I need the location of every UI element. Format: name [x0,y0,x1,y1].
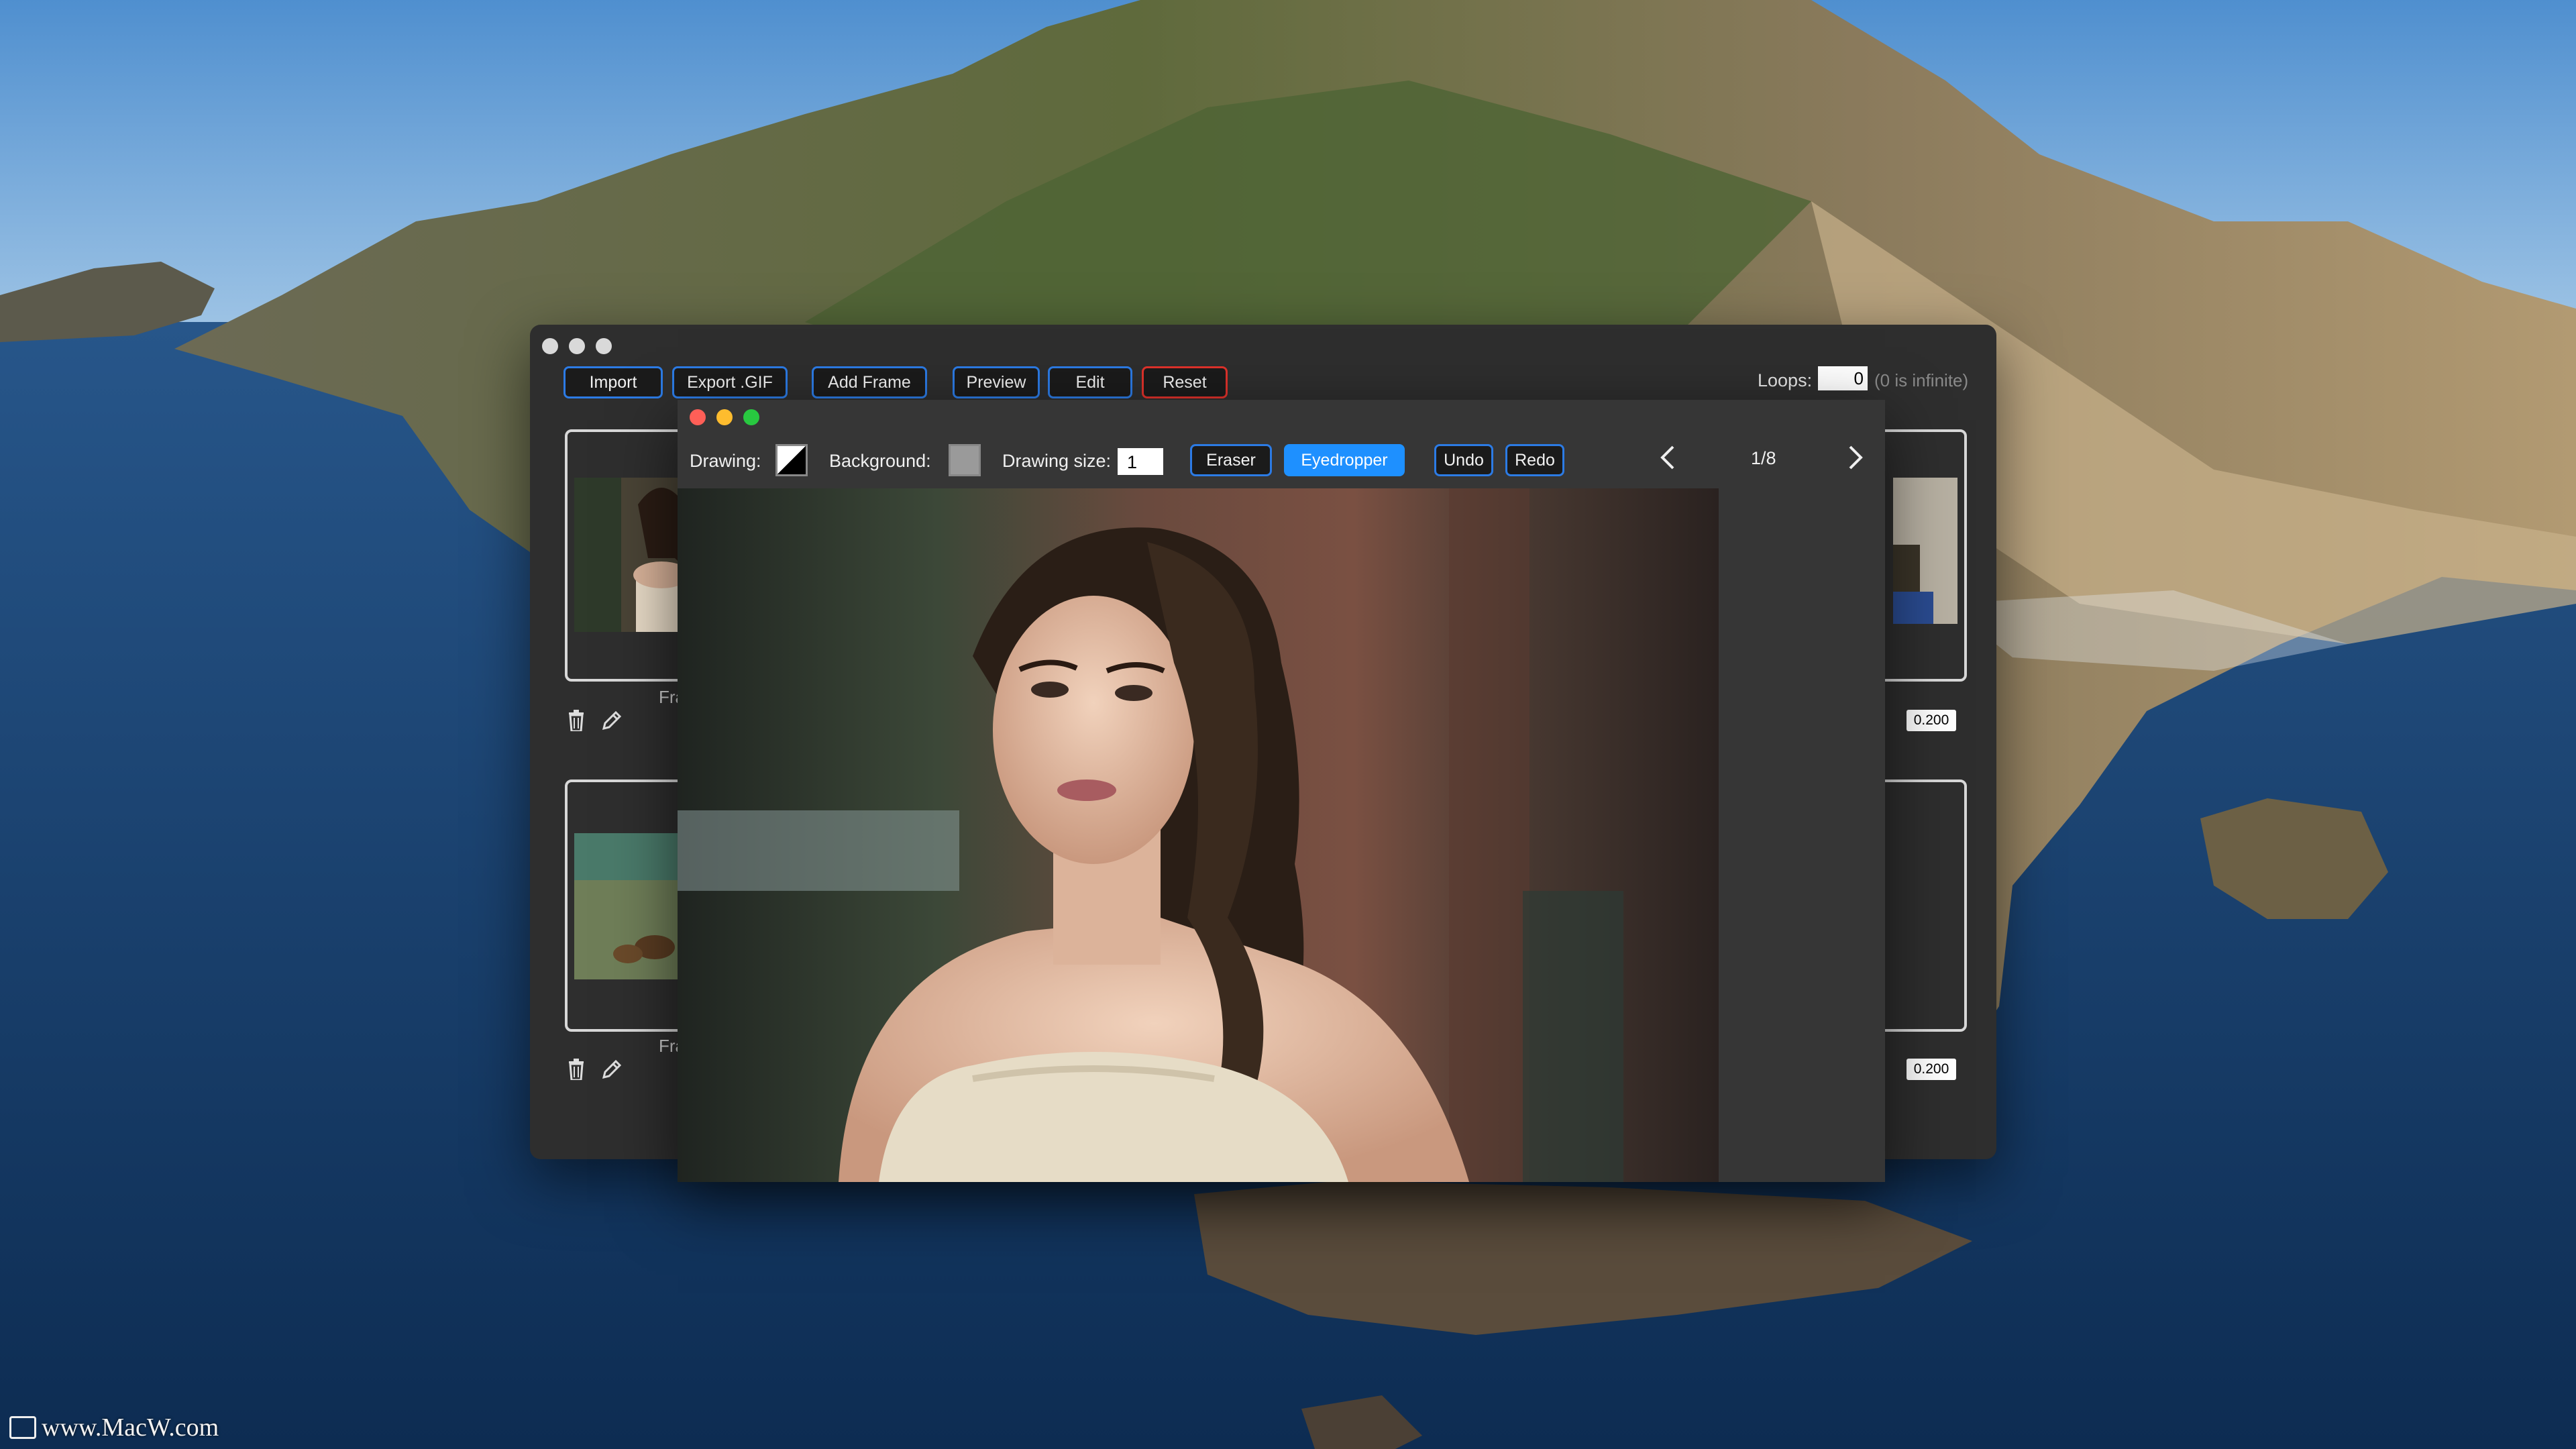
frame-thumbnail-image [1893,478,1957,624]
loops-hint: (0 is infinite) [1874,370,1969,390]
window-controls [542,338,612,354]
drawing-size-label: Drawing size: [1002,451,1112,471]
zoom-button[interactable] [743,409,759,425]
preview-button[interactable]: Preview [953,366,1040,398]
edit-button[interactable]: Edit [1048,366,1132,398]
frame-tools [568,1059,623,1080]
frame-delay-input[interactable]: 0.200 [1907,1059,1956,1080]
chevron-right-icon[interactable] [1845,441,1866,474]
trash-icon[interactable] [568,1059,585,1080]
chevron-left-icon[interactable] [1657,441,1678,474]
trash-icon[interactable] [568,710,585,731]
eyedropper-button[interactable]: Eyedropper [1284,444,1405,476]
close-button[interactable] [690,409,706,425]
frame-tools [568,710,623,731]
watermark-logo-icon [9,1416,36,1439]
loops-label: Loops: [1758,370,1813,390]
frame-thumbnail-image [574,833,688,979]
editor-window: Drawing: Background: Drawing size: 1 Era… [678,400,1885,1182]
page-indicator: 1/8 [1751,448,1776,468]
drawing-color-label: Drawing: [690,451,761,471]
pencil-icon[interactable] [601,1059,623,1080]
drawing-canvas[interactable] [678,488,1719,1182]
reset-button[interactable]: Reset [1142,366,1228,398]
zoom-button[interactable] [596,338,612,354]
pencil-icon[interactable] [601,710,623,731]
frame-thumbnail [574,833,688,979]
canvas-photo [678,488,1719,1182]
drawing-color-swatch[interactable] [775,444,808,476]
drawing-size-input[interactable]: 1 [1118,448,1163,475]
minimize-button[interactable] [716,409,733,425]
frame-thumbnail [1893,478,1957,624]
eraser-button[interactable]: Eraser [1190,444,1272,476]
frame-thumbnail [574,478,688,632]
add-frame-button[interactable]: Add Frame [812,366,927,398]
watermark-text: www.MacW.com [42,1413,219,1442]
export-gif-button[interactable]: Export .GIF [672,366,788,398]
watermark: www.MacW.com [9,1413,219,1442]
frame-delay-input[interactable]: 0.200 [1907,710,1956,731]
import-button[interactable]: Import [564,366,663,398]
loops-input[interactable]: 0 [1818,366,1868,390]
frame-thumbnail-image [574,478,688,632]
background-color-swatch[interactable] [949,444,981,476]
minimize-button[interactable] [569,338,585,354]
background-color-label: Background: [829,451,931,471]
window-controls [690,409,759,425]
undo-button[interactable]: Undo [1434,444,1493,476]
close-button[interactable] [542,338,558,354]
redo-button[interactable]: Redo [1505,444,1564,476]
